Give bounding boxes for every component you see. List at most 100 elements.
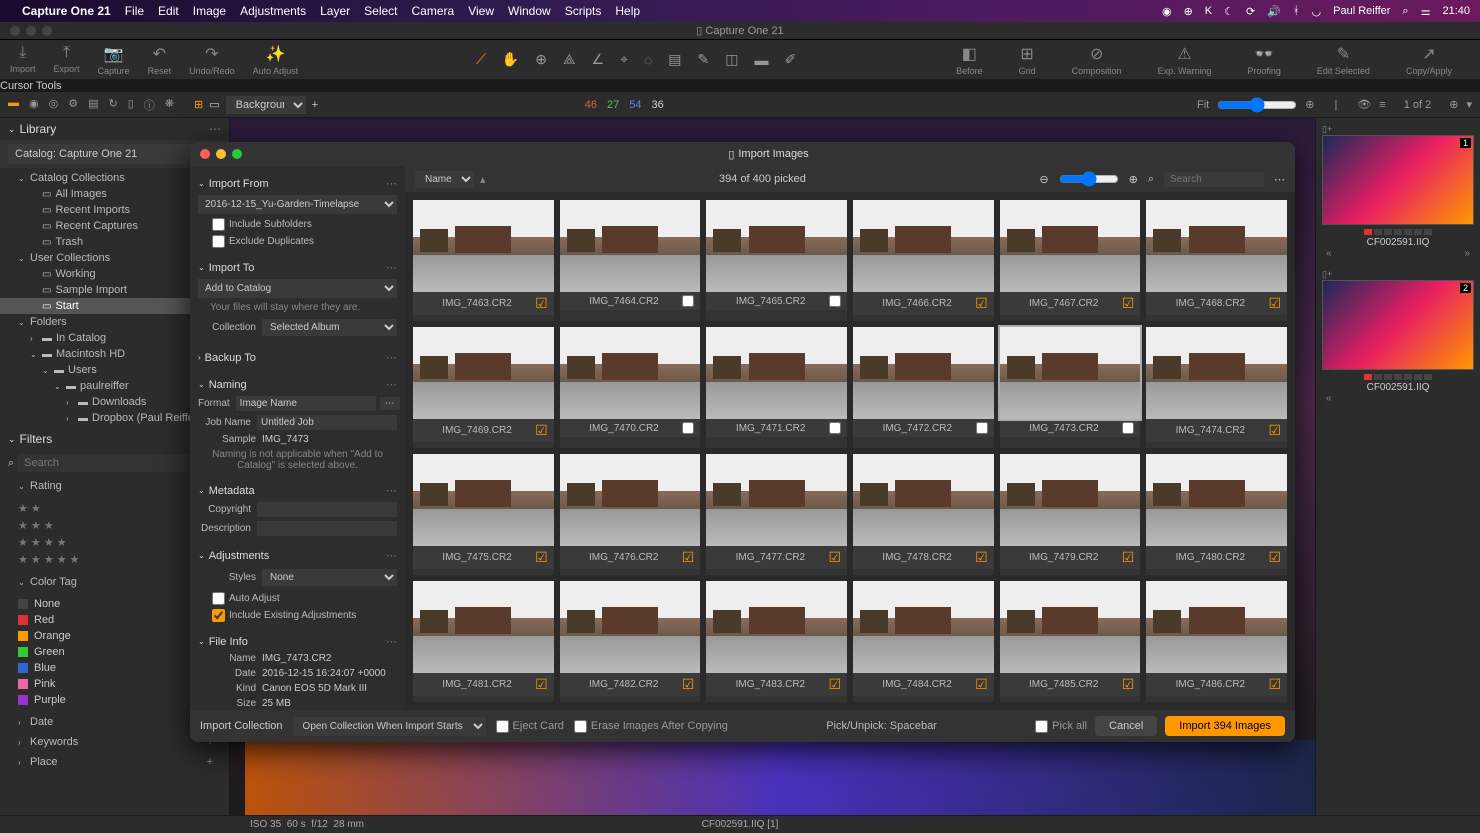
picked-icon[interactable]: ☑ [682,676,695,693]
edit-selected-button[interactable]: ✎Edit Selected [1317,44,1370,76]
prev-icon[interactable]: « [1326,393,1332,404]
import-thumb[interactable]: IMG_7471.CR2 [706,327,847,448]
copy-apply-button[interactable]: ↗Copy/Apply [1406,44,1452,76]
mask-icon[interactable]: ▤ [668,51,681,68]
catalog-select[interactable]: Catalog: Capture One 21 [8,144,209,164]
loupe-icon[interactable]: ⊕ [1449,98,1458,111]
menu-adjustments[interactable]: Adjustments [240,4,306,18]
import-thumb[interactable]: IMG_7478.CR2☑ [853,454,994,575]
adjustments-header[interactable]: ⌄Adjustments⋯ [198,546,397,565]
filmstrip[interactable] [245,740,1315,815]
eraser-icon[interactable]: ◫ [725,51,738,68]
import-thumb[interactable]: IMG_7466.CR2☑ [853,200,994,321]
picked-icon[interactable]: ☑ [975,676,988,693]
wifi-icon[interactable]: ◡ [1312,5,1322,18]
exp--warning-button[interactable]: ⚠Exp. Warning [1158,44,1212,76]
maximize-icon[interactable] [42,26,52,36]
grid-button[interactable]: ⊞Grid [1019,44,1036,76]
color-tag-pink[interactable]: Pink [18,676,211,692]
zoom-search-icon[interactable]: ⊕ [1305,98,1314,111]
folder-icon[interactable]: ▬ [8,97,19,113]
composition-button[interactable]: ⊘Composition [1072,44,1122,76]
color-tag-purple[interactable]: Purple [18,692,211,708]
modal-maximize-icon[interactable] [232,149,242,159]
import-thumb[interactable]: IMG_7476.CR2☑ [560,454,701,575]
picked-icon[interactable]: ☑ [535,295,548,312]
picked-icon[interactable]: ☑ [1122,295,1135,312]
import-thumb[interactable]: IMG_7477.CR2☑ [706,454,847,575]
grid-search-input[interactable] [1164,172,1264,187]
picked-icon[interactable]: ☑ [1268,549,1281,566]
picked-icon[interactable]: ☑ [682,549,695,566]
filter-icon[interactable]: ⌕ [1148,173,1154,186]
gradient-icon[interactable]: ▬ [755,52,769,68]
color-tag-red[interactable]: Red [18,612,211,628]
list-icon[interactable]: ≡ [1379,99,1385,111]
format-more-button[interactable]: ⋯ [380,397,400,410]
background-select[interactable]: Background [226,96,306,114]
picked-icon[interactable]: ☑ [975,549,988,566]
user-name[interactable]: Paul Reiffer [1333,5,1390,17]
minimize-icon[interactable] [26,26,36,36]
metadata-header[interactable]: ⌄Metadata⋯ [198,481,397,500]
pick-checkbox[interactable] [682,295,694,307]
moon-icon[interactable]: ☾ [1224,5,1234,18]
record-icon[interactable]: ◉ [1162,5,1172,18]
settings-icon[interactable]: ❋ [165,97,174,113]
zoom-icon[interactable]: ⊕ [535,51,547,68]
clock-icon[interactable]: ⟳ [1246,5,1255,18]
adjust-icon[interactable]: ⚙ [68,97,78,113]
import-thumb[interactable]: IMG_7484.CR2☑ [853,581,994,702]
control-center-icon[interactable]: ⚌ [1421,5,1431,18]
import-thumb[interactable]: IMG_7465.CR2 [706,200,847,321]
import-to-header[interactable]: ⌄Import To⋯ [198,258,397,277]
import-thumb[interactable]: IMG_7480.CR2☑ [1146,454,1287,575]
straighten-icon[interactable]: ∠ [592,51,605,68]
copyright-input[interactable] [257,502,397,517]
zoom-out-icon[interactable]: ⊖ [1039,173,1048,186]
library-header[interactable]: ⌄Library⋯ [0,118,229,140]
globe-icon[interactable]: ⊕ [1184,5,1193,18]
keystone-icon[interactable]: ⌖ [620,51,628,68]
menu-camera[interactable]: Camera [412,4,455,18]
info-icon[interactable]: ⓘ [144,97,155,113]
brush-icon[interactable]: ✎ [698,51,710,68]
next-icon[interactable]: » [1464,248,1470,259]
picked-icon[interactable]: ☑ [1122,676,1135,693]
crop-icon[interactable]: ⟁ [563,51,576,68]
import-collection-select[interactable]: Open Collection When Import Starts [293,717,486,736]
lens-icon[interactable]: ◎ [49,97,59,113]
picked-icon[interactable]: ☑ [1122,549,1135,566]
camera-icon[interactable]: ◉ [29,97,39,113]
app-name[interactable]: Capture One 21 [22,4,111,18]
proofing-button[interactable]: 👓Proofing [1247,44,1281,76]
bluetooth-icon[interactable]: ᚼ [1293,5,1300,17]
format-input[interactable] [236,396,376,411]
sort-select[interactable]: Name [415,171,474,188]
menu-window[interactable]: Window [508,4,551,18]
import-button[interactable]: Import 394 Images [1165,716,1285,736]
spot-icon[interactable]: ◌ [644,52,652,68]
picked-icon[interactable]: ☑ [975,295,988,312]
eject-card-checkbox[interactable] [496,720,509,733]
before-button[interactable]: ◧Before [956,44,983,76]
picked-icon[interactable]: ☑ [828,676,841,693]
capture-button[interactable]: 📷Capture [98,44,130,76]
zoom-slider[interactable] [1217,97,1297,113]
sort-asc-icon[interactable]: ▴ [480,173,486,186]
k-icon[interactable]: K [1205,5,1212,17]
picked-icon[interactable]: ☑ [1268,295,1281,312]
list-view-icon[interactable]: ▭ [209,98,219,111]
volume-icon[interactable]: 🔊 [1267,5,1281,18]
fit-label[interactable]: Fit [1197,99,1209,111]
add-icon[interactable]: + [207,756,221,768]
import-thumb[interactable]: IMG_7468.CR2☑ [1146,200,1287,321]
picked-icon[interactable]: ☑ [828,549,841,566]
backup-to-header[interactable]: ›Backup To⋯ [198,348,397,367]
menu-scripts[interactable]: Scripts [565,4,602,18]
import-source-select[interactable]: 2016-12-15_Yu-Garden-Timelapse [198,195,397,214]
cancel-button[interactable]: Cancel [1095,716,1157,736]
include-subfolders-checkbox[interactable] [212,218,225,231]
import-from-header[interactable]: ⌄Import From⋯ [198,174,397,193]
collection-select[interactable]: Selected Album [262,319,397,336]
